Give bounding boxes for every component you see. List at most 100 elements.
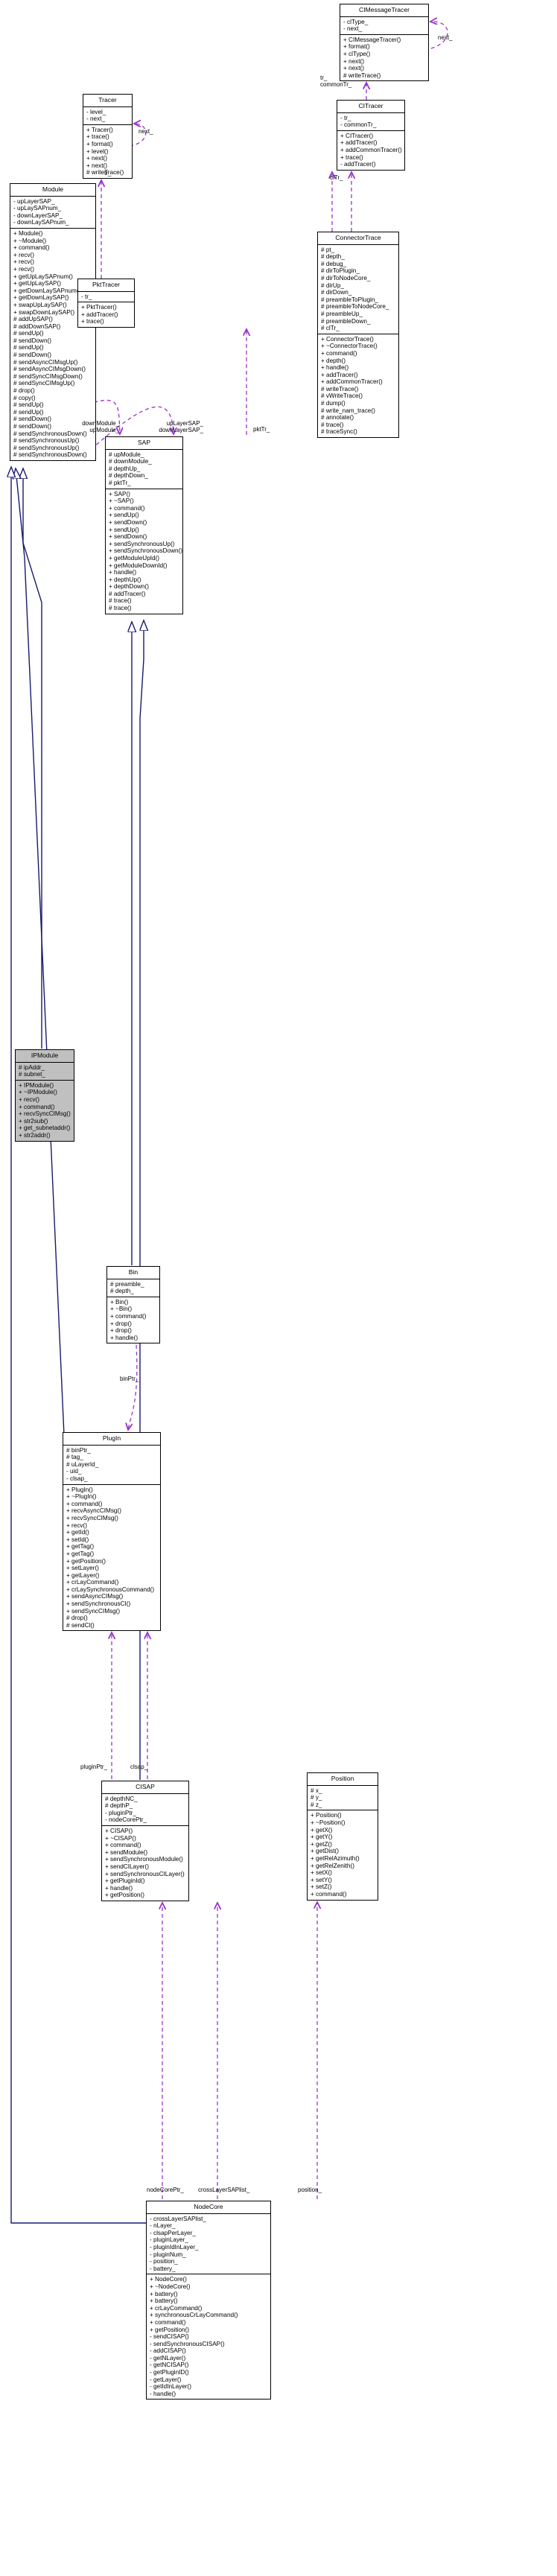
operation-row: # writeTrace()	[343, 71, 381, 79]
operation-row: + ~Bin()	[110, 1306, 133, 1313]
class-operations: + Position() + ~Position() + getX() + ge…	[308, 1810, 378, 1899]
class-title: Position	[308, 1773, 378, 1786]
operation-row: + command()	[321, 349, 357, 357]
operation-row: + crLayCommand()	[66, 1579, 119, 1586]
class-box-plugin[interactable]: PlugIn # binPtr_ # tag_ # uLayerId_ - ui…	[63, 1432, 161, 1632]
operation-row: + battery()	[150, 2290, 178, 2297]
operation-row: # sendUp()	[13, 344, 44, 352]
attribute-row: # clTr_	[321, 325, 340, 332]
attribute-row: - downLayerSAP_	[13, 212, 63, 219]
operation-row: + command()	[110, 1312, 147, 1320]
operation-row: + getPosition()	[66, 1557, 106, 1565]
edge-label-down-up-module: downModule_ upModule_	[82, 420, 119, 434]
operation-row: + recvSyncCIMsg()	[66, 1514, 118, 1521]
class-operations: + PktTracer() + addTracer() + trace()	[78, 302, 134, 327]
class-attributes: # ipAddr_ # subnet_	[16, 1063, 74, 1081]
operation-row: + NodeCore()	[150, 2276, 187, 2283]
class-attributes: - crossLayerSAPlist_ - nLayer_ - clsapPe…	[147, 2214, 270, 2275]
operation-row: + handle()	[105, 1884, 133, 1892]
attribute-row: - upLayerSAP_	[13, 197, 55, 205]
class-operations: + SAP() + ~SAP() + command() + sendUp() …	[106, 489, 182, 614]
operation-row: - sendCISAP()	[150, 2333, 189, 2341]
class-title: CIMessageTracer	[340, 4, 428, 17]
operation-row: + crLaySynchronousCommand()	[66, 1586, 155, 1593]
attribute-row: - pluginPtr_	[105, 1809, 136, 1816]
class-attributes: # depthNC_ # depthP_ - pluginPtr_ - node…	[102, 1794, 188, 1826]
class-box-cisap[interactable]: CISAP # depthNC_ # depthP_ - pluginPtr_ …	[101, 1781, 189, 1901]
operation-row: + Position()	[311, 1812, 342, 1819]
operation-row: + handle()	[110, 1334, 139, 1341]
attribute-row: # preambleToPlugin_	[321, 296, 378, 303]
attribute-row: - level_	[86, 108, 106, 115]
operation-row: + command()	[105, 1842, 141, 1849]
operation-row: + sendSynchronousDown()	[109, 547, 182, 555]
operation-row: + ~ConnectorTrace()	[321, 343, 378, 350]
operation-row: + Bin()	[110, 1298, 129, 1306]
class-operations: + CISAP() + ~CISAP() + command() + sendM…	[102, 1826, 188, 1901]
operation-row: + getPosition()	[150, 2326, 190, 2333]
operation-row: + str2sub()	[19, 1117, 48, 1125]
operation-row: + ~PlugIn()	[66, 1493, 97, 1501]
operation-row: + command()	[13, 244, 50, 252]
operation-row: + next()	[86, 162, 107, 169]
class-operations: + NodeCore() + ~NodeCore() + battery() +…	[147, 2274, 270, 2399]
class-title: ConnectorTrace	[318, 232, 398, 245]
class-title: Tracer	[83, 95, 132, 107]
class-box-position[interactable]: Position # x_ # y_ # z_ + Position() + ~…	[307, 1772, 378, 1901]
class-attributes: - tr_	[78, 292, 134, 303]
attribute-row: # preambleDown_	[321, 317, 371, 325]
operation-row: # traceSync()	[321, 428, 357, 436]
attribute-row: - commonTr_	[340, 121, 377, 129]
class-attributes: # binPtr_ # tag_ # uLayerId_ - uid_ - cl…	[63, 1446, 160, 1485]
operation-row: # write_nam_trace()	[321, 407, 375, 414]
edge-label-position: position_	[298, 2187, 322, 2193]
operation-row: + command()	[109, 504, 145, 512]
operation-row: - addCISAP()	[150, 2347, 186, 2355]
operation-row: + CISAP()	[105, 1827, 133, 1834]
operation-row: + getDist()	[311, 1848, 339, 1855]
class-box-pkttracer[interactable]: PktTracer - tr_ + PktTracer() + addTrace…	[77, 279, 135, 328]
operation-row: # trace()	[109, 597, 132, 605]
class-box-tracer[interactable]: Tracer - level_ - next_ + Tracer() + tra…	[83, 94, 133, 179]
class-title: PktTracer	[78, 279, 134, 292]
operation-row: + recv()	[19, 1095, 39, 1103]
attribute-row: - next_	[343, 25, 363, 33]
attribute-row: - clType_	[343, 18, 369, 25]
class-box-nodecore[interactable]: NodeCore - crossLayerSAPlist_ - nLayer_ …	[146, 2201, 271, 2400]
class-operations: + CITracer() + addTracer() + addCommonTr…	[337, 131, 404, 170]
operation-row: + depthDown()	[109, 583, 149, 591]
operation-row: + crLayCommand()	[150, 2304, 203, 2312]
class-box-bin[interactable]: Bin # preamble_ # depth_ + Bin() + ~Bin(…	[106, 1266, 160, 1344]
operation-row: + sendSynchronousModule()	[105, 1856, 183, 1863]
attribute-row: - uid_	[66, 1468, 82, 1475]
uml-diagram-canvas: CIMessageTracer - clType_ - next_ + CIMe…	[0, 0, 557, 2576]
operation-row: + sendDown()	[109, 518, 147, 526]
attribute-row: - tr_	[81, 293, 92, 300]
operation-row: # sendAsyncCIMsgUp()	[13, 358, 78, 366]
class-box-citracer[interactable]: CITracer - tr_ - commonTr_ + CITracer() …	[337, 100, 405, 171]
operation-row: + command()	[19, 1103, 55, 1110]
operation-row: + ~SAP()	[109, 497, 134, 505]
operation-row: + recv()	[13, 258, 34, 266]
class-box-sap[interactable]: SAP # upModule_ # downModule_ # depthUp_…	[105, 436, 183, 614]
operation-row: + addCommonTracer()	[321, 378, 383, 386]
attribute-row: - crossLayerSAPlist_	[150, 2215, 206, 2222]
operation-row: + command()	[66, 1500, 103, 1507]
class-box-connectortrace[interactable]: ConnectorTrace # pt_ # depth_ # debug_ #…	[317, 232, 399, 439]
class-attributes: # upModule_ # downModule_ # depthUp_ # d…	[106, 450, 182, 489]
operation-row: + Module()	[13, 229, 43, 237]
class-box-ipmodule[interactable]: IPModule # ipAddr_ # subnet_ + IPModule(…	[15, 1049, 74, 1142]
operation-row: + ConnectorTrace()	[321, 335, 374, 343]
attribute-row: # z_	[311, 1801, 322, 1808]
operation-row: + command()	[311, 1890, 347, 1898]
class-attributes: - tr_ - commonTr_	[337, 113, 404, 131]
operation-row: + getY()	[311, 1834, 333, 1841]
class-box-cimessagetracer[interactable]: CIMessageTracer - clType_ - next_ + CIMe…	[340, 4, 429, 82]
attribute-row: # dirDown_	[321, 289, 352, 296]
attribute-row: # subnet_	[19, 1071, 45, 1078]
operation-row: - sendSynchronousCISAP()	[150, 2340, 225, 2347]
edge-label-cltr: clTr_	[330, 174, 343, 181]
operation-row: # annotate()	[321, 414, 354, 422]
operation-row: - getLayer()	[150, 2376, 182, 2383]
attribute-row: # pktTr_	[109, 479, 131, 486]
